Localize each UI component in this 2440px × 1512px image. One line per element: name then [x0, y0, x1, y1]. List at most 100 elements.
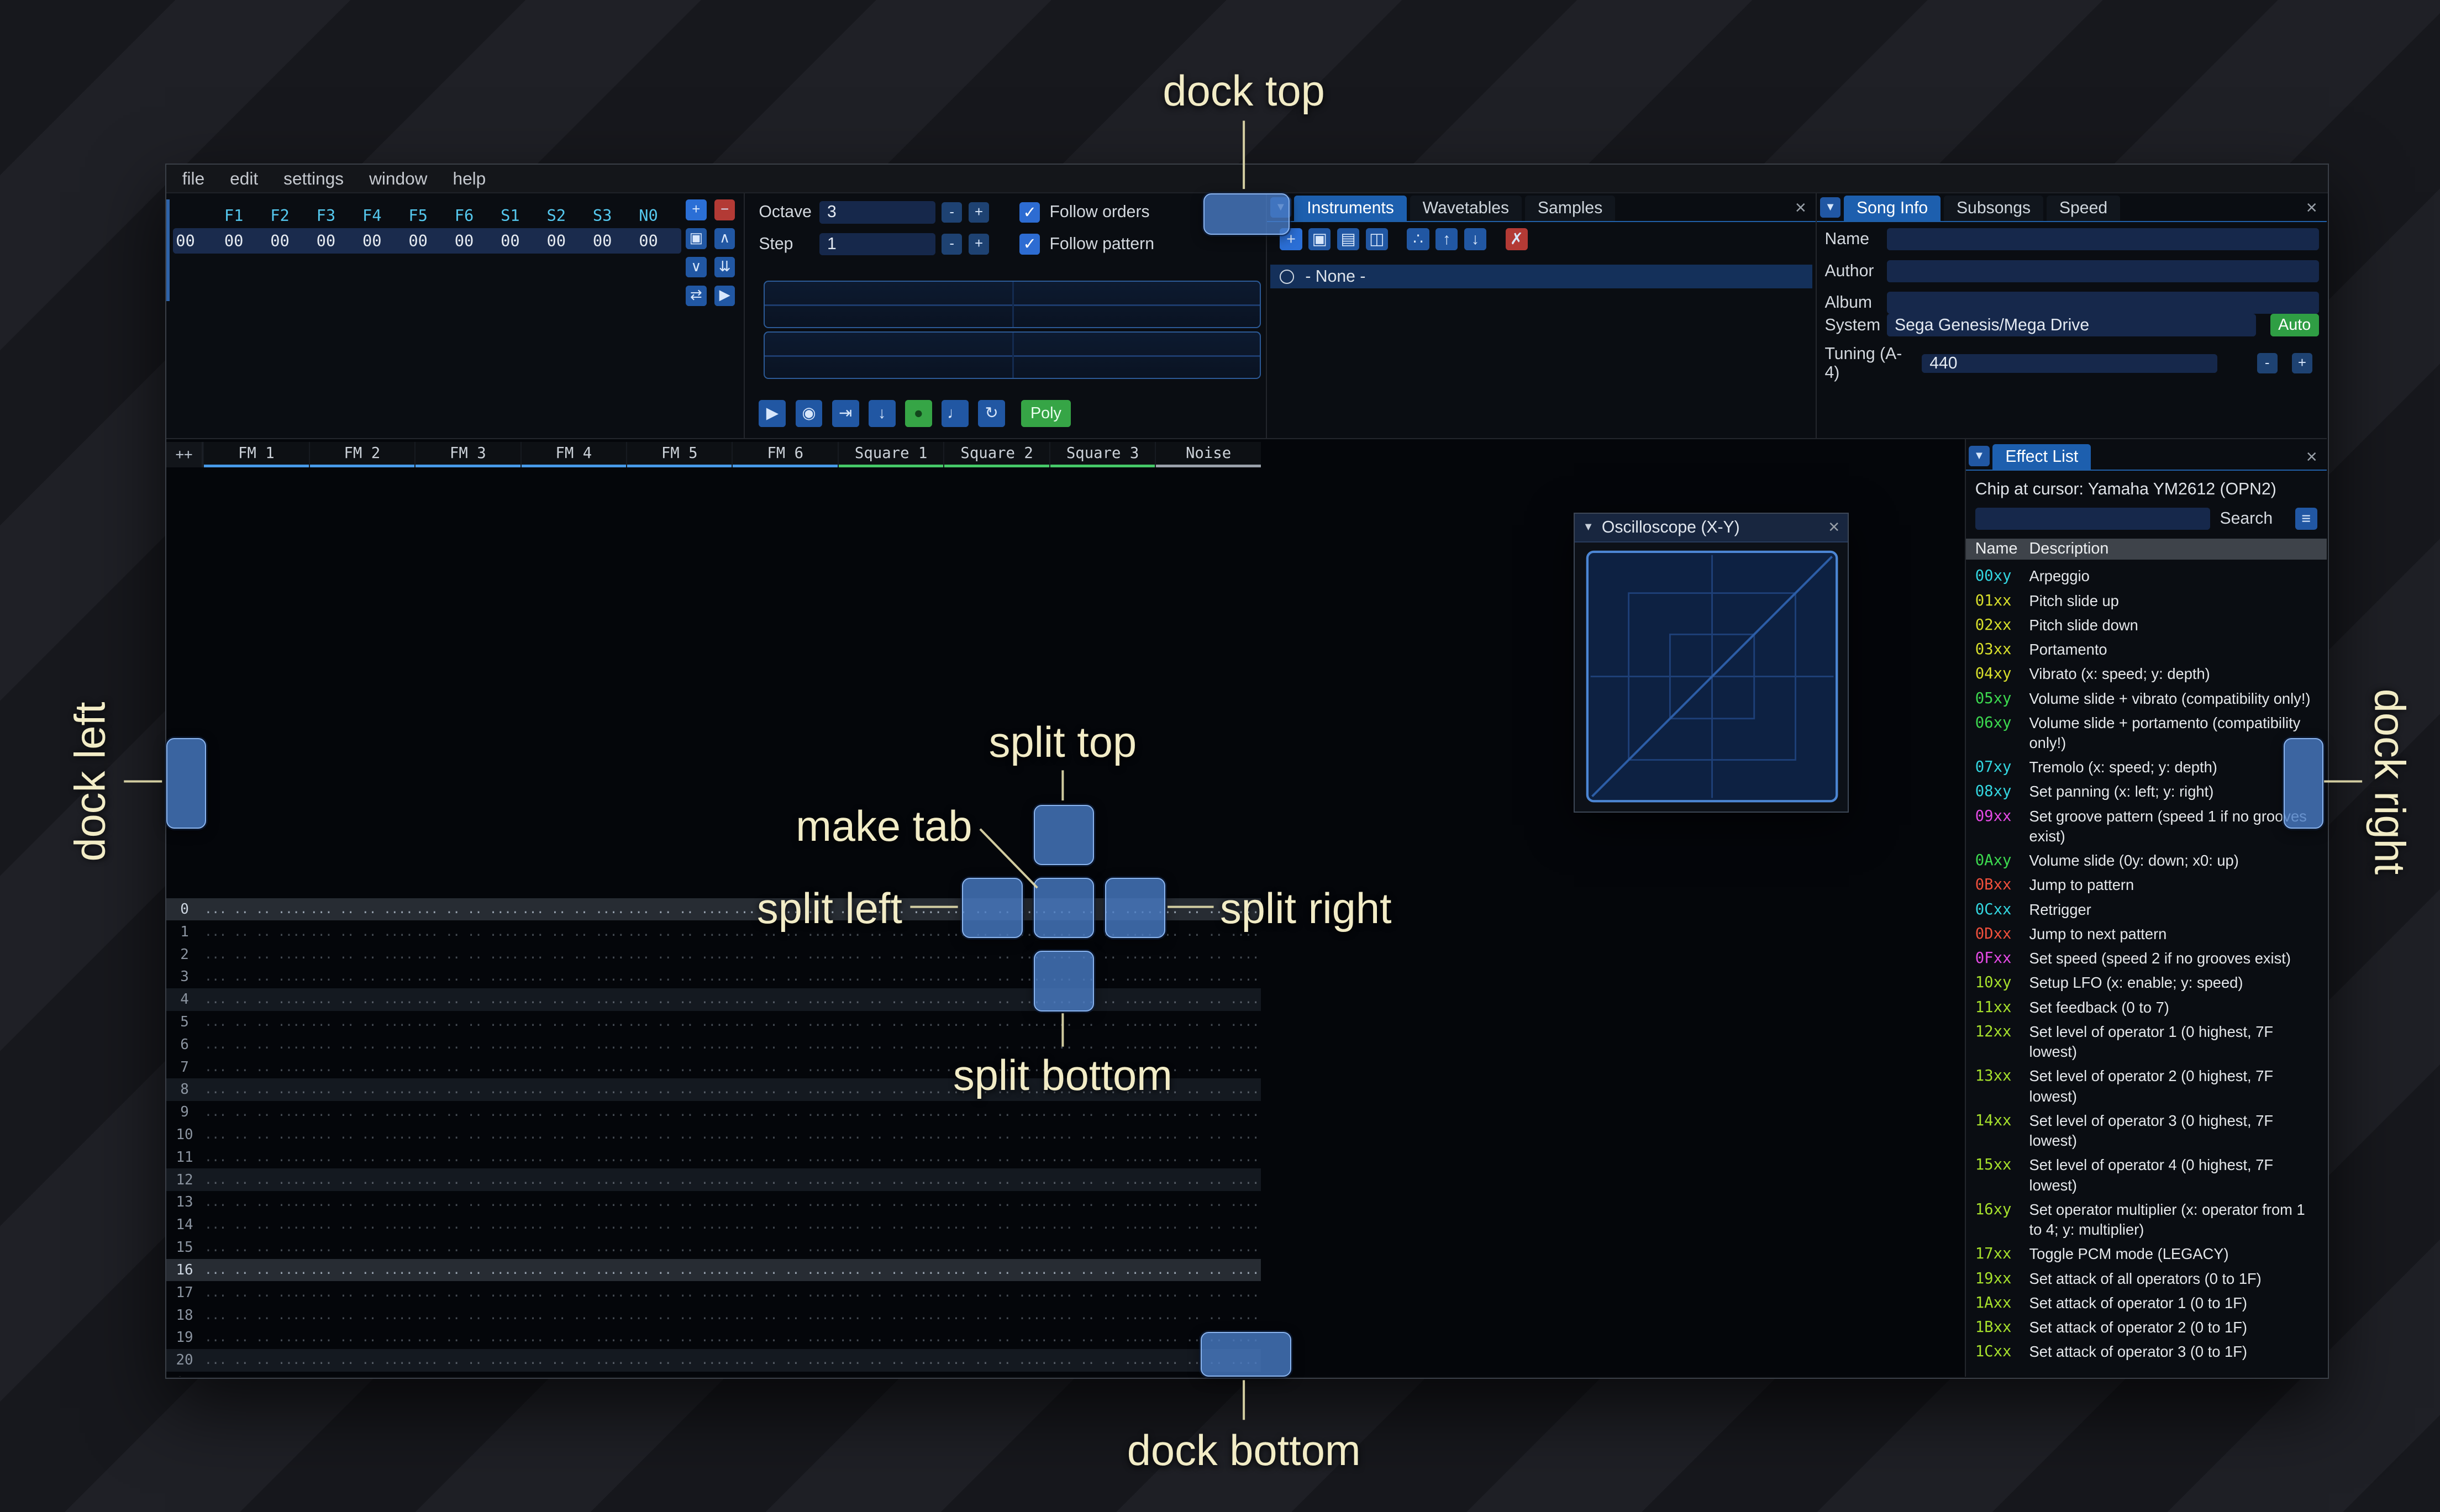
pattern-cell[interactable]: ... .. .. .... — [309, 1128, 414, 1142]
pattern-cell[interactable]: ... .. .. .... — [414, 947, 520, 962]
pattern-cell[interactable]: ... .. .. .... — [1155, 1105, 1260, 1119]
tab-subsongs[interactable]: Subsongs — [1943, 195, 2044, 221]
pattern-cell[interactable]: ... .. .. .... — [1155, 992, 1260, 1007]
pattern-cell[interactable]: ... .. .. .... — [309, 902, 414, 916]
effect-row-17xx[interactable]: 17xx Toggle PCM mode (LEGACY) — [1966, 1242, 2327, 1266]
pattern-cell[interactable]: ... .. .. .... — [943, 1376, 1049, 1377]
poly-toggle-button[interactable]: Poly — [1021, 399, 1071, 427]
tab-wavetables[interactable]: Wavetables — [1410, 195, 1522, 221]
collapse-icon[interactable]: ▼ — [1583, 521, 1594, 534]
order-cell[interactable]: 00 — [487, 231, 533, 250]
channel-header-square-3[interactable]: Square 3 — [1049, 442, 1155, 468]
pattern-cell[interactable]: ... .. .. .... — [838, 1308, 943, 1323]
effect-row-0Dxx[interactable]: 0Dxx Jump to next pattern — [1966, 922, 2327, 946]
pattern-cell[interactable]: ... .. .. .... — [203, 925, 308, 939]
pattern-cell[interactable]: ... .. .. .... — [626, 970, 732, 984]
pattern-cell[interactable]: ... .. .. .... — [1049, 1263, 1155, 1277]
channel-header-fm-3[interactable]: FM 3 — [414, 442, 520, 468]
pattern-cell[interactable]: ... .. .. .... — [838, 1240, 943, 1255]
pattern-cell[interactable]: ... .. .. .... — [414, 1173, 520, 1187]
pattern-cell[interactable]: ... .. .. .... — [520, 1263, 626, 1277]
pattern-cell[interactable]: ... .. .. .... — [414, 1082, 520, 1097]
organize-instruments-button[interactable]: ∴ — [1407, 228, 1429, 251]
pattern-cell[interactable]: ... .. .. .... — [943, 1105, 1049, 1119]
effect-row-07xy[interactable]: 07xy Tremolo (x: speed; y: depth) — [1966, 755, 2327, 779]
pattern-cell[interactable]: ... .. .. .... — [520, 1082, 626, 1097]
auto-system-button[interactable]: Auto — [2270, 314, 2319, 336]
duplicate-order-button[interactable]: ▣ — [686, 228, 707, 249]
add-order-button[interactable]: + — [686, 199, 707, 220]
remove-order-button[interactable]: − — [714, 199, 735, 220]
pattern-cell[interactable]: ... .. .. .... — [943, 1263, 1049, 1277]
split-top-target-button[interactable] — [1033, 804, 1094, 865]
effect-row-1Bxx[interactable]: 1Bxx Set attack of operator 2 (0 to 1F) — [1966, 1315, 2327, 1340]
move-order-down-button[interactable]: ∨ — [686, 256, 707, 278]
dock-left-target-button[interactable] — [166, 738, 206, 829]
pattern-cell[interactable]: ... .. .. .... — [414, 1308, 520, 1323]
effect-row-14xx[interactable]: 14xx Set level of operator 3 (0 highest, … — [1966, 1109, 2327, 1153]
split-right-target-button[interactable] — [1105, 878, 1166, 939]
pattern-cell[interactable]: ... .. .. .... — [1049, 1240, 1155, 1255]
pattern-cell[interactable]: ... .. .. .... — [414, 1128, 520, 1142]
pattern-cell[interactable]: ... .. .. .... — [943, 1150, 1049, 1165]
pattern-cell[interactable]: ... .. .. .... — [626, 1353, 732, 1367]
pattern-cell[interactable]: ... .. .. .... — [414, 1286, 520, 1300]
effect-row-1Axx[interactable]: 1Axx Set attack of operator 1 (0 to 1F) — [1966, 1291, 2327, 1315]
pattern-cell[interactable]: ... .. .. .... — [732, 1150, 837, 1165]
pattern-cell[interactable]: ... .. .. .... — [203, 1128, 308, 1142]
pattern-cell[interactable]: ... .. .. .... — [838, 1082, 943, 1097]
pattern-cell[interactable]: ... .. .. .... — [309, 1376, 414, 1377]
pattern-cell[interactable]: ... .. .. .... — [626, 925, 732, 939]
pattern-cell[interactable]: ... .. .. .... — [520, 1150, 626, 1165]
name-field[interactable] — [1886, 228, 2319, 251]
pattern-cell[interactable]: ... .. .. .... — [1155, 1195, 1260, 1209]
effect-row-0Bxx[interactable]: 0Bxx Jump to pattern — [1966, 873, 2327, 897]
pattern-cell[interactable]: ... .. .. .... — [203, 1218, 308, 1232]
order-row[interactable]: 00 00 00 00 00 00 00 00 00 00 00 — [172, 228, 681, 254]
effect-row-19xx[interactable]: 19xx Set attack of all operators (0 to 1F… — [1966, 1267, 2327, 1291]
pattern-corner-button[interactable]: ++ — [166, 442, 203, 468]
tab-samples[interactable]: Samples — [1524, 195, 1616, 221]
orders-scrollbar[interactable] — [166, 199, 170, 302]
pattern-cell[interactable]: ... .. .. .... — [309, 992, 414, 1007]
pattern-cell[interactable]: ... .. .. .... — [838, 1105, 943, 1119]
pattern-cell[interactable]: ... .. .. .... — [414, 992, 520, 1007]
effect-row-13xx[interactable]: 13xx Set level of operator 2 (0 highest, … — [1966, 1064, 2327, 1108]
pattern-cell[interactable]: ... .. .. .... — [1049, 1128, 1155, 1142]
effect-row-10xy[interactable]: 10xy Setup LFO (x: enable; y: speed) — [1966, 971, 2327, 995]
pattern-cell[interactable]: ... .. .. .... — [732, 970, 837, 984]
pattern-cell[interactable]: ... .. .. .... — [520, 947, 626, 962]
pattern-cell[interactable]: ... .. .. .... — [1049, 1353, 1155, 1367]
tab-list-popup-icon[interactable]: ▼ — [1969, 446, 1990, 467]
order-edit-mode-button[interactable]: ▶ — [714, 285, 735, 306]
tuning-increase-button[interactable]: + — [2291, 352, 2313, 374]
step-increase-button[interactable]: + — [968, 234, 990, 255]
pattern-cell[interactable]: ... .. .. .... — [520, 1060, 626, 1074]
pattern-cell[interactable]: ... .. .. .... — [732, 1195, 837, 1209]
pattern-cell[interactable]: ... .. .. .... — [203, 1330, 308, 1345]
tuning-field[interactable]: 440 — [1921, 354, 2217, 373]
pattern-cell[interactable]: ... .. .. .... — [838, 1173, 943, 1187]
pattern-cell[interactable]: ... .. .. .... — [203, 1060, 308, 1074]
effect-row-04xy[interactable]: 04xy Vibrato (x: speed; y: depth) — [1966, 662, 2327, 686]
tab-instruments[interactable]: Instruments — [1294, 195, 1407, 221]
pattern-cell[interactable]: ... .. .. .... — [309, 1037, 414, 1052]
repeat-pattern-button[interactable]: ↻ — [978, 399, 1005, 427]
pattern-cell[interactable]: ... .. .. .... — [414, 925, 520, 939]
pattern-cell[interactable]: ... .. .. .... — [732, 1330, 837, 1345]
pattern-cell[interactable]: ... .. .. .... — [1155, 947, 1260, 962]
channel-header-fm-1[interactable]: FM 1 — [203, 442, 309, 468]
move-instrument-down-button[interactable]: ↓ — [1464, 228, 1487, 251]
pattern-cell[interactable]: ... .. .. .... — [414, 1353, 520, 1367]
pattern-cell[interactable]: ... .. .. .... — [414, 1330, 520, 1345]
split-bottom-target-button[interactable] — [1033, 951, 1094, 1011]
instrument-list-item[interactable]: - None - — [1270, 265, 1813, 289]
menu-item-window[interactable]: window — [369, 168, 427, 189]
split-left-target-button[interactable] — [962, 878, 1023, 939]
stop-button[interactable]: ↓ — [868, 399, 896, 427]
effect-row-11xx[interactable]: 11xx Set feedback (0 to 7) — [1966, 995, 2327, 1020]
pattern-cell[interactable]: ... .. .. .... — [203, 1173, 308, 1187]
pattern-cell[interactable]: ... .. .. .... — [203, 1082, 308, 1097]
pattern-cell[interactable]: ... .. .. .... — [414, 1263, 520, 1277]
pattern-cell[interactable]: ... .. .. .... — [1049, 1195, 1155, 1209]
